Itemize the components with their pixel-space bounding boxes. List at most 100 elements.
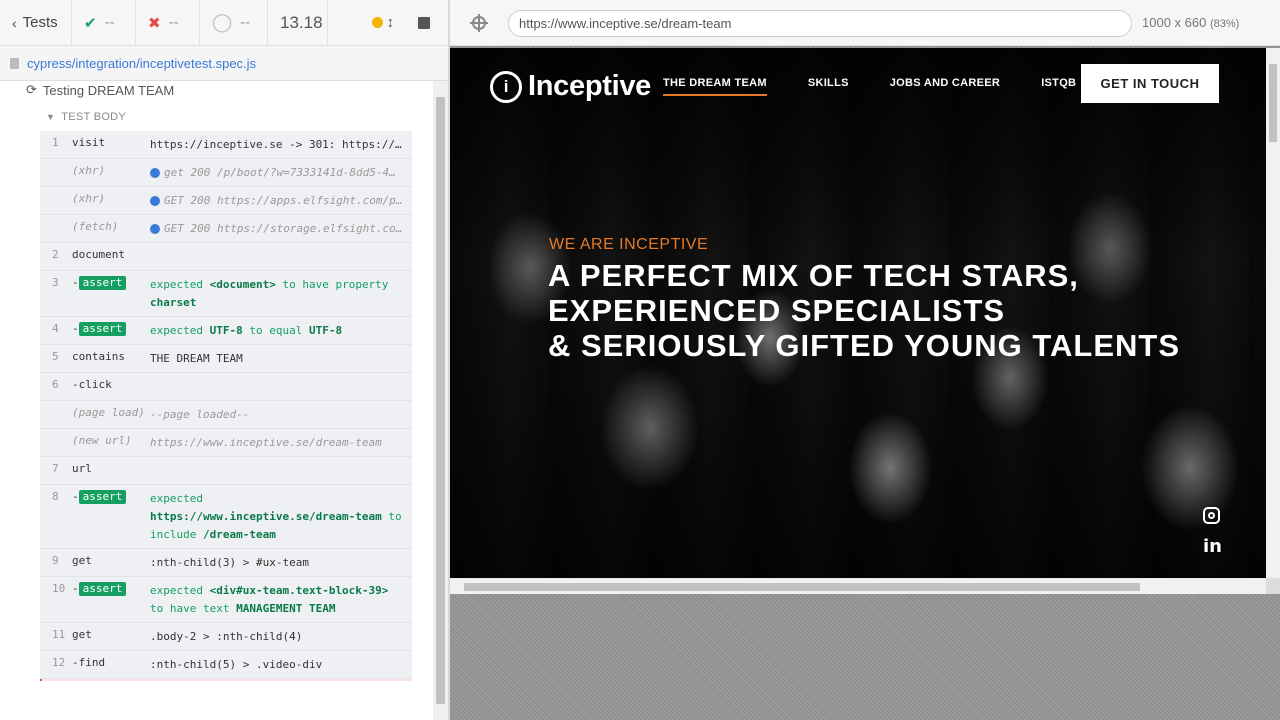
linkedin-icon[interactable]: in <box>1203 536 1222 557</box>
passed-count: ✔ -- <box>72 0 136 45</box>
command-name: (new url) <box>72 434 132 447</box>
file-icon <box>10 57 19 69</box>
assert-label: assert <box>78 582 127 596</box>
runner-controls: ↕ <box>328 0 448 45</box>
command-number: 9 <box>52 554 59 567</box>
x-icon: ✖ <box>148 14 161 32</box>
command-row[interactable]: 5 contains THE DREAM TEAM <box>40 345 412 373</box>
command-message: .body-2 > :nth-child(4) <box>150 630 303 643</box>
runnable-list: ⟳ Testing DREAM TEAM ▼ TEST BODY 1 visit h… <box>0 81 433 681</box>
command-message <box>150 457 412 484</box>
command-number: 5 <box>52 350 59 363</box>
spec-file-link[interactable]: cypress/integration/inceptivetest.spec.j… <box>27 56 256 71</box>
refresh-icon: ⟳ <box>26 82 37 97</box>
command-name: (page load) <box>72 406 145 419</box>
arrows-vertical-icon: ↕ <box>386 14 395 31</box>
command-row[interactable]: 12 -find:nth-child(5) > .video-div <box>40 651 412 679</box>
stop-icon[interactable] <box>418 16 430 29</box>
command-row[interactable]: (fetch) GET 200 https://storage.elfsight.… <box>40 215 412 243</box>
website-hero: i Inceptive THE DREAM TEAM SKILLS JOBS A… <box>450 48 1266 578</box>
nav-dream-team[interactable]: THE DREAM TEAM <box>663 77 767 96</box>
aut-vertical-scrollbar[interactable] <box>1266 48 1280 578</box>
app-under-test: https://www.inceptive.se/dream-team 1000… <box>450 0 1280 720</box>
command-message: expected <div#ux-team.text-block-39> to … <box>150 584 389 615</box>
failed-count: ✖ -- <box>136 0 200 45</box>
command-message: GET 200 https://apps.elfsight.com/p/boot… <box>150 187 412 214</box>
command-row[interactable]: 1 visit https://inceptive.se -> 301: https… <box>40 131 412 159</box>
spec-file-bar: cypress/integration/inceptivetest.spec.j… <box>0 46 448 81</box>
request-dot-icon <box>150 224 160 234</box>
command-message: expected <document> to have property cha… <box>150 278 389 309</box>
circle-notch-icon: ◯ <box>212 12 233 32</box>
check-icon: ✔ <box>84 14 97 32</box>
command-row[interactable]: (xhr) get 200 /p/boot/?w=7333141d-8dd5-4… <box>40 159 412 187</box>
reporter-header: ‹ Tests ✔ -- ✖ -- ◯ -- 13.18 ↕ <box>0 0 448 46</box>
command-number: 3 <box>52 276 59 289</box>
command-message: THE DREAM TEAM <box>150 352 243 365</box>
command-message: expected https://www.inceptive.se/dream-… <box>150 492 402 541</box>
command-row[interactable]: (page load) --page loaded-- <box>40 401 412 429</box>
get-in-touch-button[interactable]: GET IN TOUCH <box>1081 64 1219 103</box>
viewport-size: 1000 x 660 (83%) <box>1142 15 1240 30</box>
command-row[interactable]: (xhr) GET 200 https://apps.elfsight.com/p… <box>40 187 412 215</box>
command-row[interactable]: 8 - assert expected https://www.inceptive.s… <box>40 485 412 549</box>
nav-istqb[interactable]: ISTQB <box>1041 77 1076 96</box>
assert-badge: - assert <box>72 582 127 596</box>
command-message: .image-72 <box>152 679 412 681</box>
test-body-header[interactable]: ▼ TEST BODY <box>46 111 126 123</box>
command-name: (xhr) <box>72 192 106 205</box>
command-message: --page loaded-- <box>150 408 250 421</box>
command-name: contains <box>72 350 125 363</box>
command-number: 2 <box>52 248 59 261</box>
social-links: in <box>1203 507 1222 557</box>
command-number: 7 <box>52 462 59 475</box>
aut-header: https://www.inceptive.se/dream-team 1000… <box>450 0 1280 46</box>
command-number: 12 <box>52 656 66 669</box>
command-name: get <box>72 554 92 567</box>
command-log: 1 visit https://inceptive.se -> 301: https… <box>40 131 412 681</box>
command-name: (fetch) <box>72 220 119 233</box>
site-nav: THE DREAM TEAM SKILLS JOBS AND CAREER IS… <box>663 77 1117 96</box>
hero-eyebrow: WE ARE INCEPTIVE <box>549 236 709 253</box>
aut-horizontal-scrollbar[interactable] <box>450 578 1266 594</box>
assert-badge: - assert <box>72 276 127 290</box>
command-row[interactable]: 3 - assert expected <document> to have prop… <box>40 271 412 317</box>
command-row[interactable]: 13-find.image-72 <box>40 679 412 681</box>
command-name: visit <box>72 136 106 149</box>
hero-headline: A PERFECT MIX OF TECH STARS, EXPERIENCED… <box>548 258 1180 363</box>
info-logo-icon: i <box>490 70 522 103</box>
command-number: 11 <box>52 628 66 641</box>
command-name: url <box>72 462 92 475</box>
reporter-scrollbar[interactable] <box>433 81 448 720</box>
selector-playground-icon[interactable] <box>470 14 488 32</box>
command-row[interactable]: 7 url <box>40 457 412 485</box>
instagram-icon[interactable] <box>1203 507 1220 524</box>
inceptive-logo[interactable]: i Inceptive <box>490 70 651 103</box>
assert-label: assert <box>78 276 127 290</box>
auto-scroll-toggle[interactable]: ↕ <box>371 14 395 31</box>
command-row[interactable]: 10 - assert expected <div#ux-team.text-bloc… <box>40 577 412 623</box>
command-message: https://www.inceptive.se/dream-team <box>150 436 382 449</box>
assert-label: assert <box>78 322 127 336</box>
command-row[interactable]: 11 get .body-2 > :nth-child(4) <box>40 623 412 651</box>
nav-skills[interactable]: SKILLS <box>808 77 849 96</box>
tests-back-button[interactable]: ‹ Tests <box>0 0 72 45</box>
command-message: :nth-child(5) > .video-div <box>150 658 323 671</box>
command-number: 8 <box>52 490 59 503</box>
test-title[interactable]: ⟳ Testing DREAM TEAM <box>26 81 174 99</box>
command-row[interactable]: 9 get:nth-child(3) > #ux-team <box>40 549 412 577</box>
command-row[interactable]: (new url) https://www.inceptive.se/dream-… <box>40 429 412 457</box>
request-dot-icon <box>150 196 160 206</box>
command-number: 10 <box>52 582 66 595</box>
command-message: GET 200 https://storage.elfsight.com/api… <box>150 215 412 242</box>
command-row[interactable]: 2 document <box>40 243 412 271</box>
command-name: document <box>72 248 125 261</box>
command-number: 6 <box>52 378 59 391</box>
aut-url-bar[interactable]: https://www.inceptive.se/dream-team <box>508 10 1132 37</box>
assert-badge: - assert <box>72 322 127 336</box>
nav-jobs-career[interactable]: JOBS AND CAREER <box>890 77 1000 96</box>
command-number: 1 <box>52 136 59 149</box>
command-row[interactable]: 6 -click <box>40 373 412 401</box>
duration: 13.18 <box>268 0 328 45</box>
command-row[interactable]: 4 - assert expected UTF-8 to equal UTF-8 <box>40 317 412 345</box>
